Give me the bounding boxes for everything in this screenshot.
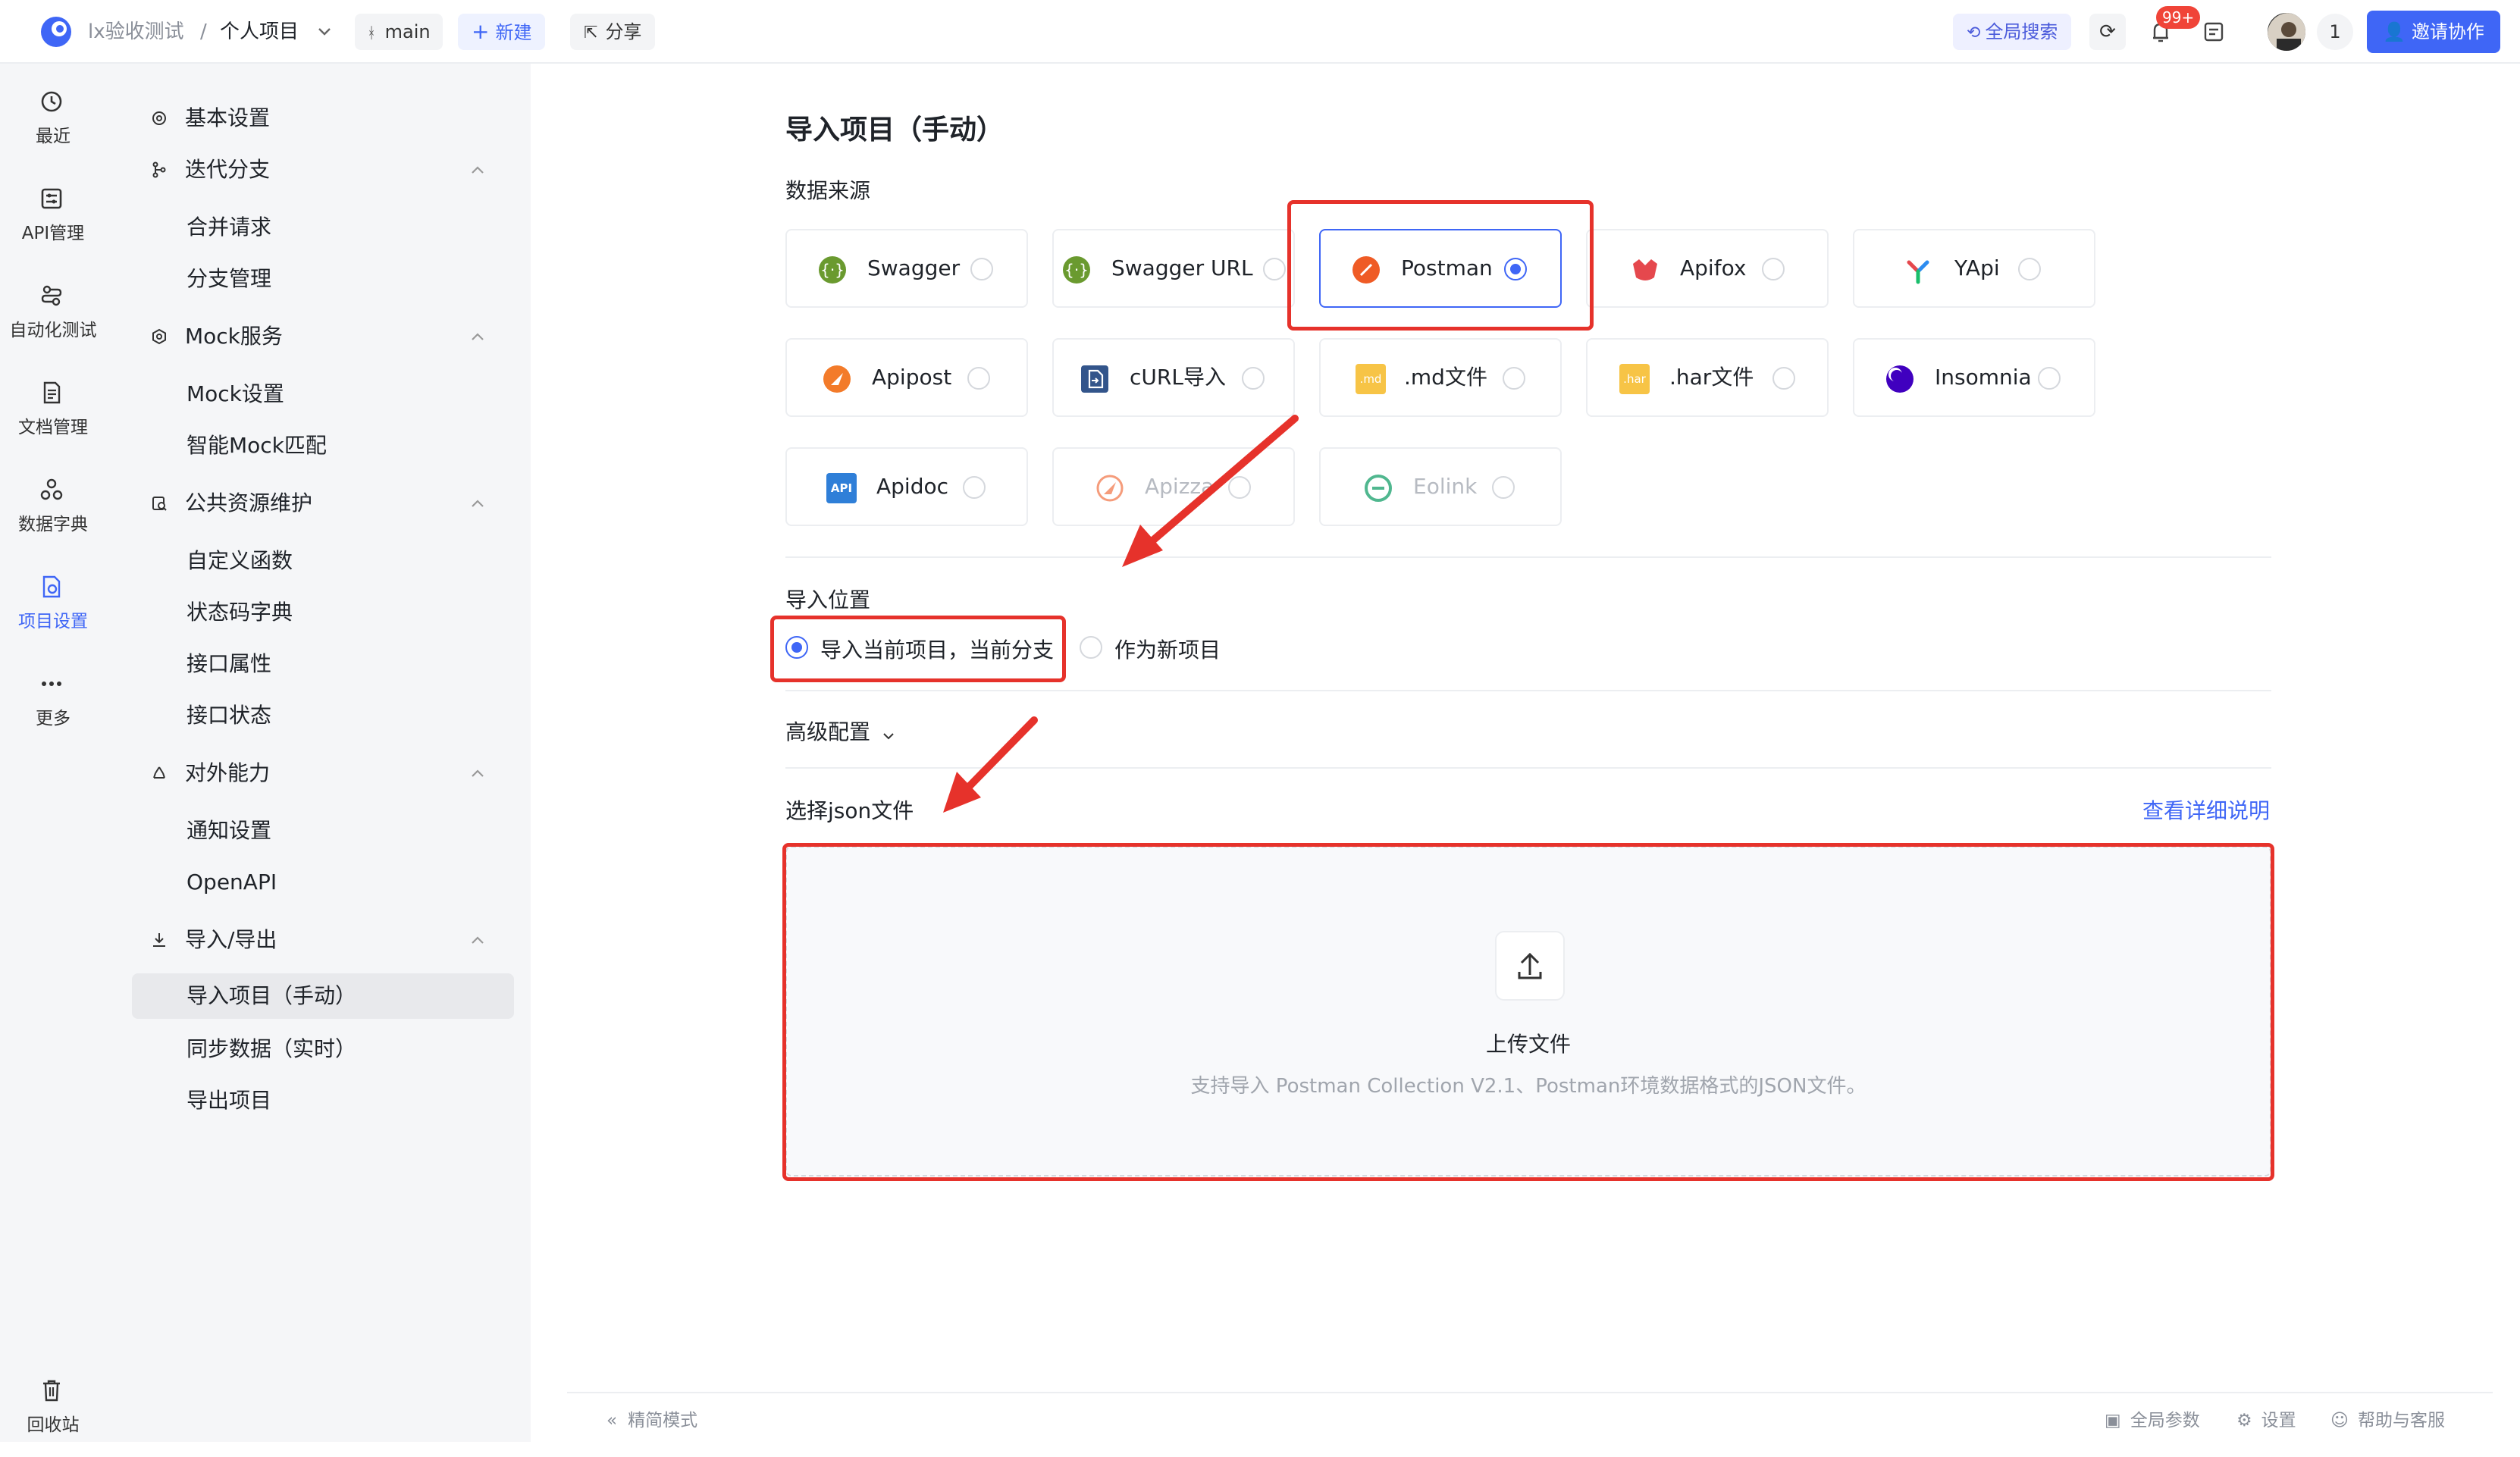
help-label: 帮助与客服	[2357, 1411, 2445, 1430]
collapse-icon: «	[606, 1411, 618, 1430]
global-params-button[interactable]: ▣ 全局参数	[2105, 1405, 2200, 1436]
params-icon: ▣	[2105, 1411, 2121, 1430]
gear-icon: ⚙	[2236, 1411, 2252, 1430]
compact-mode-toggle[interactable]: « 精简模式	[606, 1405, 697, 1436]
settings-label: 设置	[2261, 1411, 2296, 1430]
help-button[interactable]: ☺ 帮助与客服	[2330, 1405, 2445, 1436]
help-icon: ☺	[2330, 1411, 2349, 1430]
annotation-arrow	[943, 716, 1038, 813]
compact-mode-label: 精简模式	[628, 1411, 698, 1430]
annotation-arrow	[1122, 415, 1299, 567]
bottom-bar-divider	[567, 1392, 2493, 1393]
annotation-arrows	[943, 415, 1299, 813]
global-params-label: 全局参数	[2130, 1411, 2200, 1430]
settings-button[interactable]: ⚙ 设置	[2236, 1405, 2296, 1436]
